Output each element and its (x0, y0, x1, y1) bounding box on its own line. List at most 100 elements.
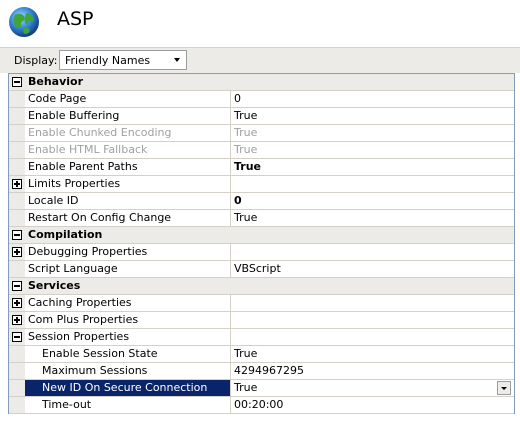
row-gutter (9, 108, 25, 124)
row-gutter (9, 193, 25, 209)
property-value-text: True (234, 381, 258, 394)
expand-plus-icon[interactable] (12, 247, 22, 257)
property-row-new-id-on-secure-connection[interactable]: New ID On Secure Connection True (9, 380, 514, 397)
row-gutter (9, 261, 25, 277)
property-row-enable-buffering[interactable]: Enable Buffering True (9, 108, 514, 125)
collapse-minus-icon[interactable] (12, 281, 22, 291)
property-row-caching-properties[interactable]: Caching Properties (9, 295, 514, 312)
row-gutter (9, 278, 25, 294)
property-value[interactable] (232, 312, 514, 328)
property-row-script-language[interactable]: Script Language VBScript (9, 261, 514, 278)
property-value-text: True (234, 109, 258, 122)
property-value[interactable]: True (232, 380, 514, 396)
expand-plus-icon[interactable] (12, 298, 22, 308)
property-value[interactable]: True (232, 142, 514, 158)
property-name: Enable Chunked Encoding (25, 125, 231, 141)
property-name: Time-out (25, 397, 231, 413)
property-name: Caching Properties (25, 295, 231, 311)
property-value-text: 00:20:00 (234, 398, 284, 411)
row-gutter (9, 244, 25, 260)
property-value-text: True (234, 211, 258, 224)
row-gutter (9, 380, 25, 396)
property-value-text: True (234, 347, 258, 360)
property-value[interactable] (232, 176, 514, 192)
row-gutter (9, 329, 25, 345)
row-gutter (9, 125, 25, 141)
property-value[interactable]: 0 (232, 91, 514, 107)
property-row-enable-parent-paths[interactable]: Enable Parent Paths True (9, 159, 514, 176)
property-value[interactable]: True (232, 210, 514, 226)
property-name: Restart On Config Change (25, 210, 231, 226)
property-name: Code Page (25, 91, 231, 107)
property-name: Enable Parent Paths (25, 159, 231, 175)
property-value-text: True (234, 143, 258, 156)
property-row-limits-properties[interactable]: Limits Properties (9, 176, 514, 193)
display-select[interactable]: Friendly Names (59, 50, 187, 70)
property-name: Script Language (25, 261, 231, 277)
category-row-compilation[interactable]: Compilation (9, 227, 514, 244)
row-gutter (9, 210, 25, 226)
collapse-minus-icon[interactable] (12, 77, 22, 87)
row-gutter (9, 74, 25, 90)
property-name: Enable Session State (25, 346, 231, 362)
property-row-locale-id[interactable]: Locale ID 0 (9, 193, 514, 210)
property-name: Session Properties (25, 329, 231, 345)
property-row-enable-session-state[interactable]: Enable Session State True (9, 346, 514, 363)
property-row-time-out[interactable]: Time-out 00:20:00 (9, 397, 514, 414)
property-name: Enable Buffering (25, 108, 231, 124)
row-gutter (9, 142, 25, 158)
row-gutter (9, 227, 25, 243)
globe-icon (9, 7, 39, 37)
property-row-com-plus-properties[interactable]: Com Plus Properties (9, 312, 514, 329)
property-name: Compilation (28, 228, 103, 241)
category-row-services[interactable]: Services (9, 278, 514, 295)
chevron-down-icon[interactable] (170, 53, 184, 67)
expand-plus-icon[interactable] (12, 179, 22, 189)
property-value[interactable]: True (232, 346, 514, 362)
property-value[interactable]: True (232, 159, 514, 175)
property-name: Behavior (28, 75, 84, 88)
property-value[interactable]: True (232, 125, 514, 141)
display-select-value: Friendly Names (65, 54, 151, 67)
property-value-text: 0 (234, 194, 242, 207)
property-row-restart-on-config-change[interactable]: Restart On Config Change True (9, 210, 514, 227)
property-value[interactable]: VBScript (232, 261, 514, 277)
property-grid: Behavior Code Page 0 Enable Buffering True En… (8, 73, 515, 414)
property-value[interactable] (232, 295, 514, 311)
property-value-text: 4294967295 (234, 364, 304, 377)
collapse-minus-icon[interactable] (12, 230, 22, 240)
property-value-text: True (234, 160, 262, 173)
property-value[interactable]: 00:20:00 (232, 397, 514, 413)
property-row-session-properties[interactable]: Session Properties (9, 329, 514, 346)
property-value-text: 0 (234, 92, 241, 105)
property-value-text: VBScript (234, 262, 281, 275)
property-row-maximum-sessions[interactable]: Maximum Sessions 4294967295 (9, 363, 514, 380)
property-name: Debugging Properties (25, 244, 231, 260)
row-gutter (9, 346, 25, 362)
property-row-code-page[interactable]: Code Page 0 (9, 91, 514, 108)
property-value[interactable]: 0 (232, 193, 514, 209)
row-gutter (9, 397, 25, 413)
collapse-minus-icon[interactable] (12, 332, 22, 342)
property-value[interactable]: True (232, 108, 514, 124)
property-value[interactable]: 4294967295 (232, 363, 514, 379)
category-row-behavior[interactable]: Behavior (9, 74, 514, 91)
property-row-enable-chunked-encoding[interactable]: Enable Chunked Encoding True (9, 125, 514, 142)
property-row-debugging-properties[interactable]: Debugging Properties (9, 244, 514, 261)
property-name: Com Plus Properties (25, 312, 231, 328)
property-value[interactable] (232, 244, 514, 260)
property-name: Enable HTML Fallback (25, 142, 231, 158)
row-gutter (9, 176, 25, 192)
row-gutter (9, 91, 25, 107)
row-gutter (9, 312, 25, 328)
row-gutter (9, 295, 25, 311)
display-toolbar: Display: Friendly Names (0, 47, 520, 73)
expand-plus-icon[interactable] (12, 315, 22, 325)
property-row-enable-html-fallback[interactable]: Enable HTML Fallback True (9, 142, 514, 159)
property-name: Maximum Sessions (25, 363, 231, 379)
property-value-text: True (234, 126, 258, 139)
property-name: Limits Properties (25, 176, 231, 192)
property-value[interactable] (232, 329, 514, 345)
header: ASP (0, 0, 520, 44)
value-dropdown-button[interactable] (497, 381, 511, 395)
